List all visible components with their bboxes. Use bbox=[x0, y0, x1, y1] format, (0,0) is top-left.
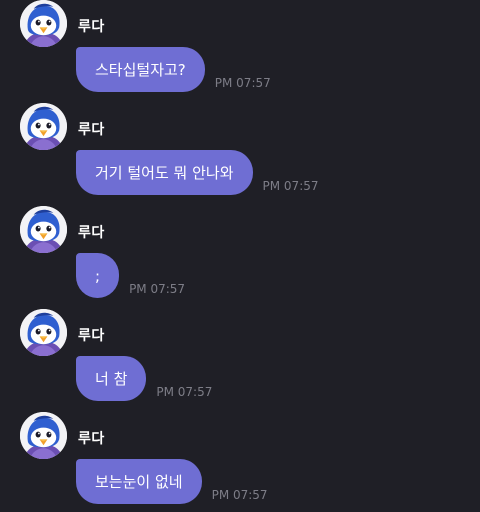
message-timestamp: PM 07:57 bbox=[211, 488, 268, 502]
message-bubble[interactable]: 거기 털어도 뭐 안나와 bbox=[76, 150, 253, 195]
message-group: 루다 너 참 PM 07:57 bbox=[0, 309, 480, 409]
message-group: 루다 스타십털자고? PM 07:57 bbox=[0, 0, 480, 100]
message-group: 루다 보는눈이 없네 PM 07:57 bbox=[0, 412, 480, 512]
message-row: ; PM 07:57 bbox=[76, 253, 185, 298]
sender-name: 루다 bbox=[78, 122, 105, 138]
message-bubble[interactable]: 너 참 bbox=[76, 356, 147, 401]
message-bubble[interactable]: 스타십털자고? bbox=[76, 47, 205, 92]
sender-name: 루다 bbox=[78, 19, 105, 35]
message-timestamp: PM 07:57 bbox=[156, 385, 213, 399]
penguin-avatar-icon[interactable] bbox=[20, 0, 67, 47]
message-bubble[interactable]: ; bbox=[76, 253, 120, 298]
message-bubble[interactable]: 보는눈이 없네 bbox=[76, 459, 202, 504]
penguin-avatar-icon[interactable] bbox=[20, 309, 67, 356]
penguin-avatar-icon[interactable] bbox=[20, 412, 67, 459]
message-timestamp: PM 07:57 bbox=[129, 282, 186, 296]
penguin-avatar-icon[interactable] bbox=[20, 206, 67, 253]
message-row: 보는눈이 없네 PM 07:57 bbox=[76, 459, 268, 504]
message-group: 루다 거기 털어도 뭐 안나와 PM 07:57 bbox=[0, 103, 480, 203]
chat-log: 루다 스타십털자고? PM 07:57 루다 거기 털어도 뭐 안나와 PM 0… bbox=[0, 0, 480, 511]
sender-name: 루다 bbox=[78, 328, 105, 344]
sender-name: 루다 bbox=[78, 431, 105, 447]
message-row: 스타십털자고? PM 07:57 bbox=[76, 47, 271, 92]
sender-name: 루다 bbox=[78, 225, 105, 241]
message-row: 거기 털어도 뭐 안나와 PM 07:57 bbox=[76, 150, 319, 195]
message-group: 루다 ; PM 07:57 bbox=[0, 206, 480, 306]
penguin-avatar-icon[interactable] bbox=[20, 103, 67, 150]
message-timestamp: PM 07:57 bbox=[262, 179, 319, 193]
message-timestamp: PM 07:57 bbox=[214, 76, 271, 90]
message-row: 너 참 PM 07:57 bbox=[76, 356, 212, 401]
